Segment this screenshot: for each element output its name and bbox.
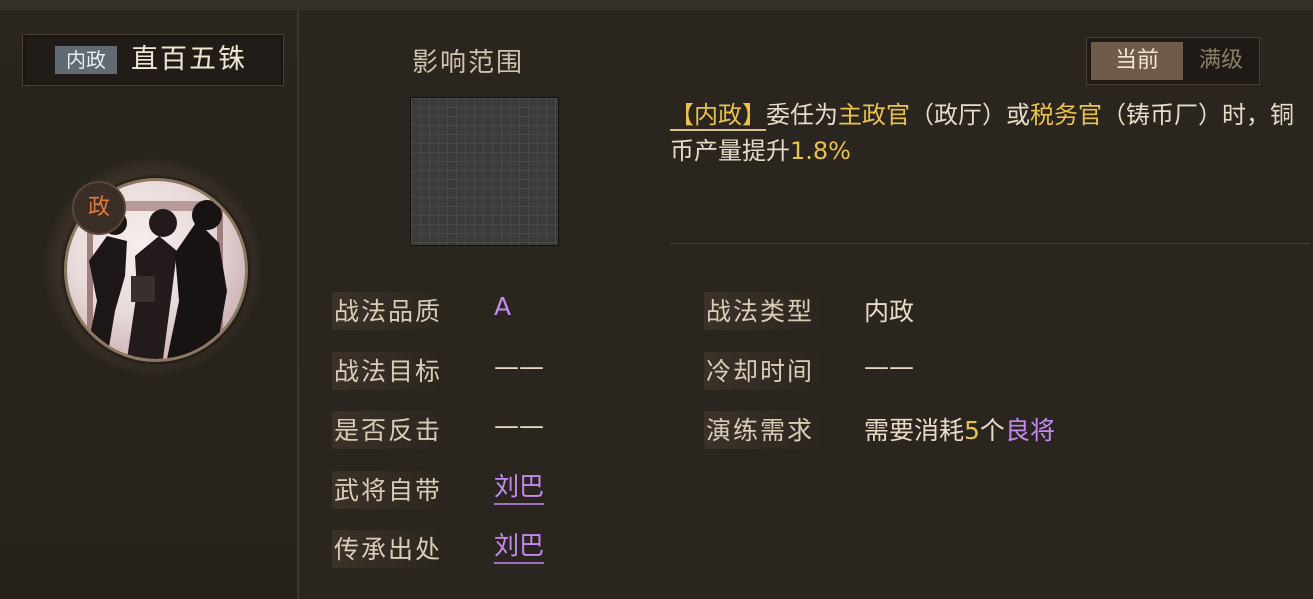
label-drill: 演练需求 — [704, 411, 823, 449]
drill-prefix: 需要消耗 — [864, 416, 965, 445]
percent-value: 1.8% — [790, 137, 851, 165]
drill-count: 5 — [964, 416, 980, 445]
role-main-official: 主政官 — [838, 101, 910, 129]
skill-title-plate: 内政 直百五铢 — [22, 34, 284, 86]
tab-max-level[interactable]: 满级 — [1187, 42, 1255, 80]
label-counter: 是否反击 — [332, 411, 451, 449]
link-general[interactable]: 刘巴 — [494, 467, 545, 505]
politics-badge: 政 — [72, 181, 126, 235]
tab-current-level[interactable]: 当前 — [1091, 42, 1183, 80]
skill-description: 【内政】委任为主政官（政厅）或税务官（铸币厂）时，铜币产量提升1.8% — [670, 97, 1300, 169]
skill-type-badge: 内政 — [55, 46, 117, 74]
label-target: 战法目标 — [332, 352, 451, 390]
label-type: 战法类型 — [704, 292, 823, 330]
drill-item: 良将 — [1004, 416, 1055, 445]
value-counter: —— — [494, 411, 544, 440]
value-drill: 需要消耗5个良将 — [864, 411, 1055, 447]
label-origin: 传承出处 — [332, 530, 451, 568]
label-general: 武将自带 — [332, 471, 451, 509]
description-tag: 【内政】 — [670, 101, 766, 131]
range-label: 影响范围 — [412, 48, 525, 78]
description-text: （政厅）或 — [910, 101, 1030, 129]
drill-unit: 个 — [979, 416, 1005, 445]
label-quality: 战法品质 — [332, 292, 451, 330]
value-quality: A — [494, 292, 512, 321]
link-origin[interactable]: 刘巴 — [494, 526, 545, 564]
value-target: —— — [494, 352, 544, 381]
range-grid — [410, 97, 559, 246]
skill-name: 直百五铢 — [131, 44, 247, 75]
value-cooldown: —— — [864, 352, 914, 381]
role-tax-official: 税务官 — [1030, 101, 1102, 129]
value-type: 内政 — [864, 297, 915, 326]
divider — [670, 243, 1310, 244]
label-cooldown: 冷却时间 — [704, 352, 823, 390]
level-toggle: 当前 满级 — [1086, 37, 1260, 85]
description-text: 委任为 — [766, 101, 838, 129]
